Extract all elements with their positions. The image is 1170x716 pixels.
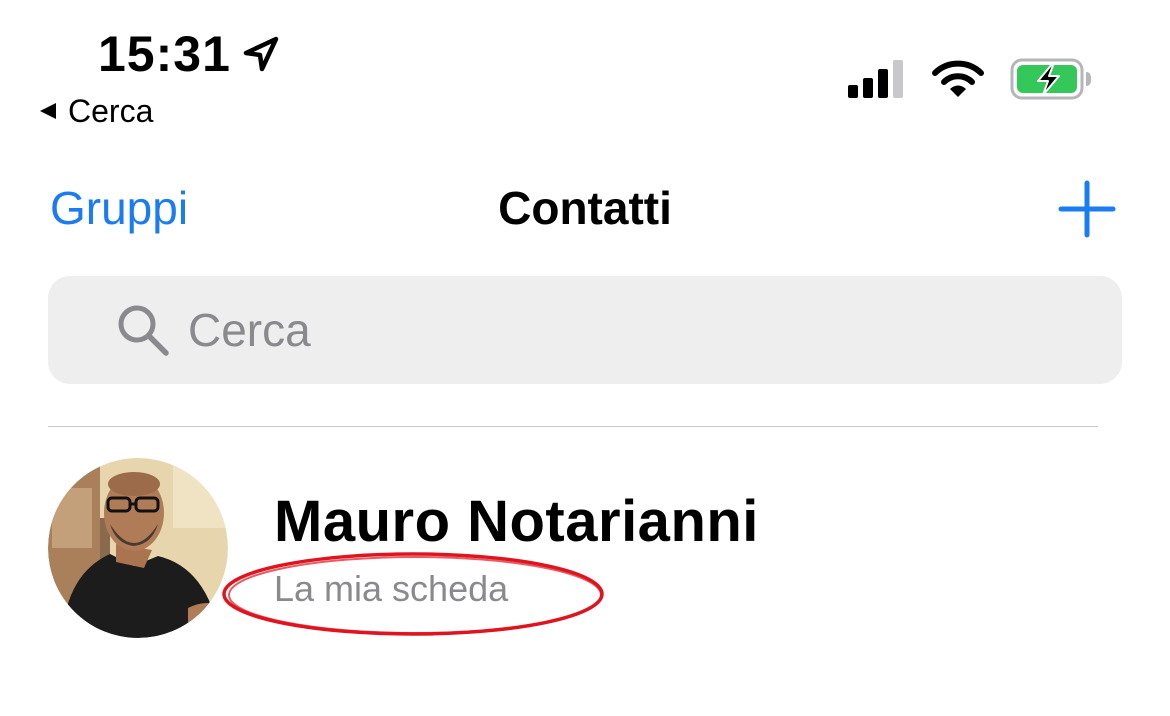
my-card-row[interactable]: Mauro Notarianni La mia scheda (0, 440, 1170, 660)
avatar (48, 458, 228, 638)
search-input[interactable] (188, 295, 1088, 365)
groups-button[interactable]: Gruppi (50, 180, 188, 236)
wifi-icon (932, 60, 984, 97)
search-icon (118, 305, 169, 356)
battery-charging-icon (1010, 58, 1091, 100)
plus-icon (1058, 180, 1116, 238)
add-contact-button[interactable] (1058, 180, 1116, 238)
divider (48, 426, 1098, 427)
contact-name: Mauro Notarianni (274, 489, 759, 554)
location-arrow-icon (243, 36, 279, 72)
back-to-app-link[interactable]: Cerca (38, 92, 153, 130)
back-app-label: Cerca (68, 93, 154, 129)
status-icons (848, 58, 1092, 100)
search-bar[interactable] (48, 276, 1122, 384)
back-triangle-icon (40, 103, 56, 119)
my-card-label: La mia scheda (274, 568, 509, 609)
status-time-group: 15:31 (98, 24, 281, 84)
cellular-signal-icon (848, 60, 903, 98)
page-title: Contatti (498, 182, 672, 234)
status-time: 15:31 (98, 26, 231, 82)
